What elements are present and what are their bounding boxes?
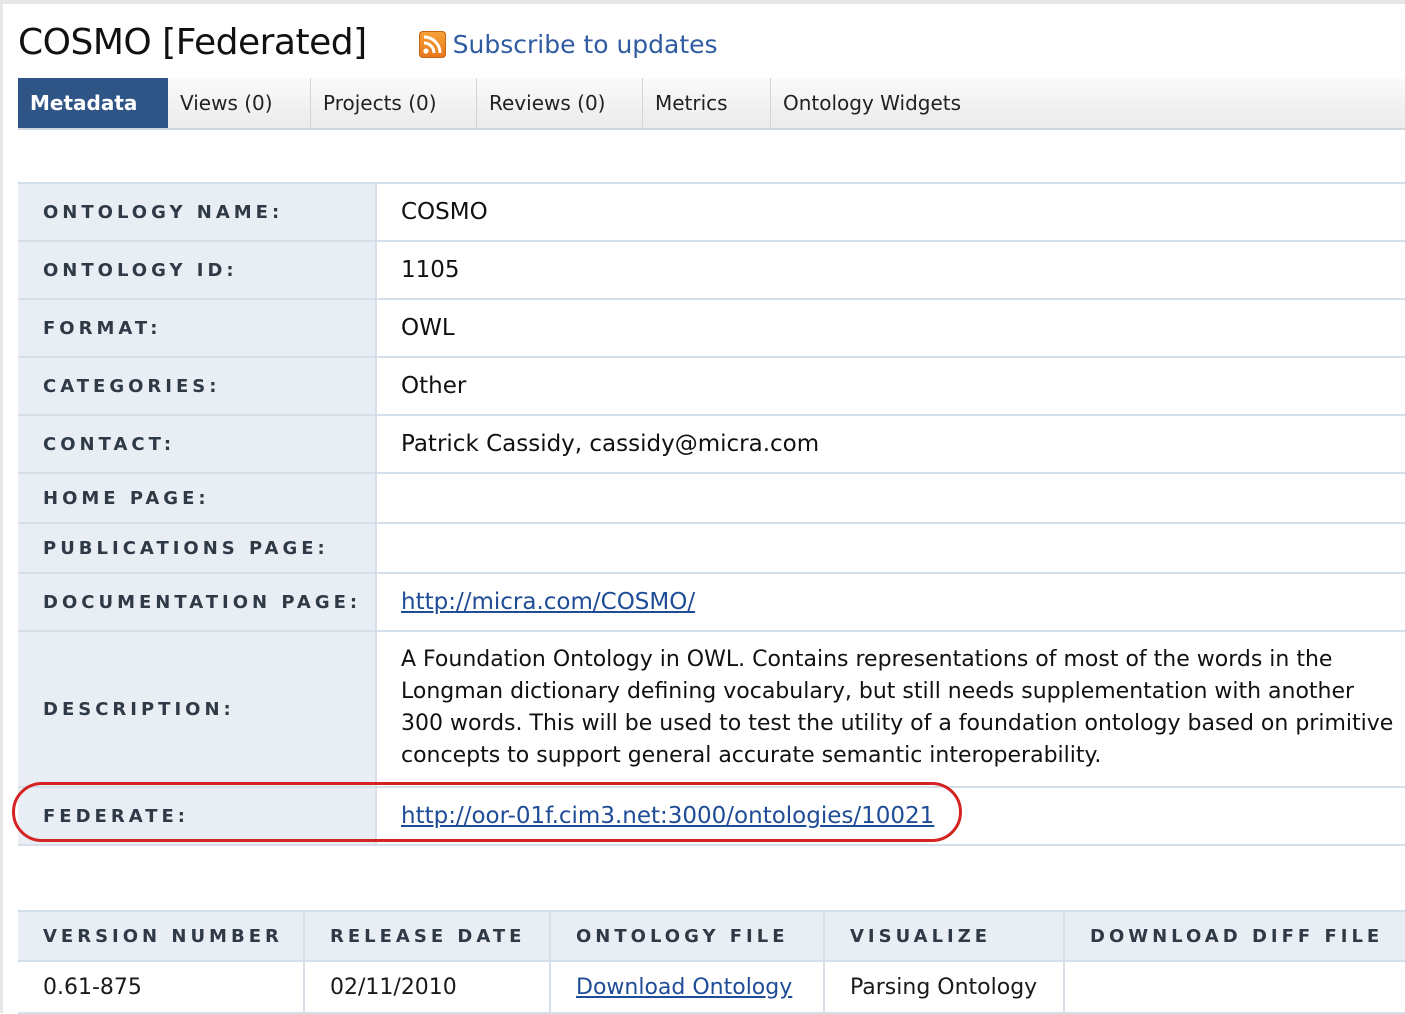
row-label: FEDERATE: <box>18 786 377 846</box>
column-header-diff: DOWNLOAD DIFF FILE <box>1064 910 1405 962</box>
page-header: COSMO [Federated] Subscribe to updates <box>18 18 718 66</box>
categories-value: Other <box>376 356 1405 416</box>
description-value: A Foundation Ontology in OWL. Contains r… <box>376 630 1405 788</box>
tab-metrics[interactable]: Metrics <box>643 78 771 128</box>
row-label: HOME PAGE: <box>18 472 377 524</box>
diff-cell <box>1064 961 1405 1014</box>
row-label: CATEGORIES: <box>18 356 377 416</box>
ontology-file-cell: Download Ontology <box>550 961 825 1014</box>
documentation-link[interactable]: http://micra.com/COSMO/ <box>401 589 695 615</box>
table-row: 0.61-875 02/11/2010 Download Ontology Pa… <box>18 961 1405 1014</box>
column-header-version: VERSION NUMBER <box>18 910 305 962</box>
table-row: HOME PAGE: <box>18 472 1405 524</box>
home-page-value <box>376 472 1405 524</box>
table-row: FORMAT: OWL <box>18 298 1405 358</box>
table-row: FEDERATE: http://oor-01f.cim3.net:3000/o… <box>18 786 1405 846</box>
table-row: DESCRIPTION: A Foundation Ontology in OW… <box>18 630 1405 788</box>
contact-value: Patrick Cassidy, cassidy@micra.com <box>376 414 1405 474</box>
row-label: PUBLICATIONS PAGE: <box>18 522 377 574</box>
table-row: CONTACT: Patrick Cassidy, cassidy@micra.… <box>18 414 1405 474</box>
row-label: FORMAT: <box>18 298 377 358</box>
column-header-ontology-file: ONTOLOGY FILE <box>550 910 825 962</box>
table-row: ONTOLOGY ID: 1105 <box>18 240 1405 300</box>
documentation-page-cell: http://micra.com/COSMO/ <box>376 572 1405 632</box>
federate-cell: http://oor-01f.cim3.net:3000/ontologies/… <box>376 786 1405 846</box>
tab-metadata[interactable]: Metadata <box>18 78 168 128</box>
row-label: ONTOLOGY NAME: <box>18 182 377 242</box>
table-header-row: VERSION NUMBER RELEASE DATE ONTOLOGY FIL… <box>18 910 1405 962</box>
row-label: DESCRIPTION: <box>18 630 377 788</box>
ontology-id-value: 1105 <box>376 240 1405 300</box>
tab-ontology-widgets[interactable]: Ontology Widgets <box>771 78 991 128</box>
row-label: ONTOLOGY ID: <box>18 240 377 300</box>
table-row: DOCUMENTATION PAGE: http://micra.com/COS… <box>18 572 1405 632</box>
page-frame: COSMO [Federated] Subscribe to updates M… <box>0 0 1405 1014</box>
tab-projects[interactable]: Projects (0) <box>311 78 477 128</box>
tab-bar: Metadata Views (0) Projects (0) Reviews … <box>18 78 1405 130</box>
subscribe-link[interactable]: Subscribe to updates <box>418 30 718 59</box>
subscribe-label[interactable]: Subscribe to updates <box>453 30 718 59</box>
versions-table: VERSION NUMBER RELEASE DATE ONTOLOGY FIL… <box>18 910 1405 1014</box>
rss-icon[interactable] <box>418 30 446 58</box>
tab-views[interactable]: Views (0) <box>168 78 311 128</box>
column-header-visualize: VISUALIZE <box>824 910 1065 962</box>
row-label: CONTACT: <box>18 414 377 474</box>
table-row: PUBLICATIONS PAGE: <box>18 522 1405 574</box>
row-label: DOCUMENTATION PAGE: <box>18 572 377 632</box>
format-value: OWL <box>376 298 1405 358</box>
download-ontology-link[interactable]: Download Ontology <box>576 975 792 1000</box>
table-row: CATEGORIES: Other <box>18 356 1405 416</box>
column-header-release-date: RELEASE DATE <box>304 910 551 962</box>
page-title: COSMO [Federated] <box>18 21 367 63</box>
version-cell: 0.61-875 <box>18 961 305 1014</box>
ontology-name-value: COSMO <box>376 182 1405 242</box>
metadata-table: ONTOLOGY NAME: COSMO ONTOLOGY ID: 1105 F… <box>18 182 1405 846</box>
release-date-cell: 02/11/2010 <box>304 961 551 1014</box>
table-row: ONTOLOGY NAME: COSMO <box>18 182 1405 242</box>
publications-page-value <box>376 522 1405 574</box>
federate-link[interactable]: http://oor-01f.cim3.net:3000/ontologies/… <box>401 803 934 829</box>
tab-reviews[interactable]: Reviews (0) <box>477 78 643 128</box>
visualize-cell: Parsing Ontology <box>824 961 1065 1014</box>
